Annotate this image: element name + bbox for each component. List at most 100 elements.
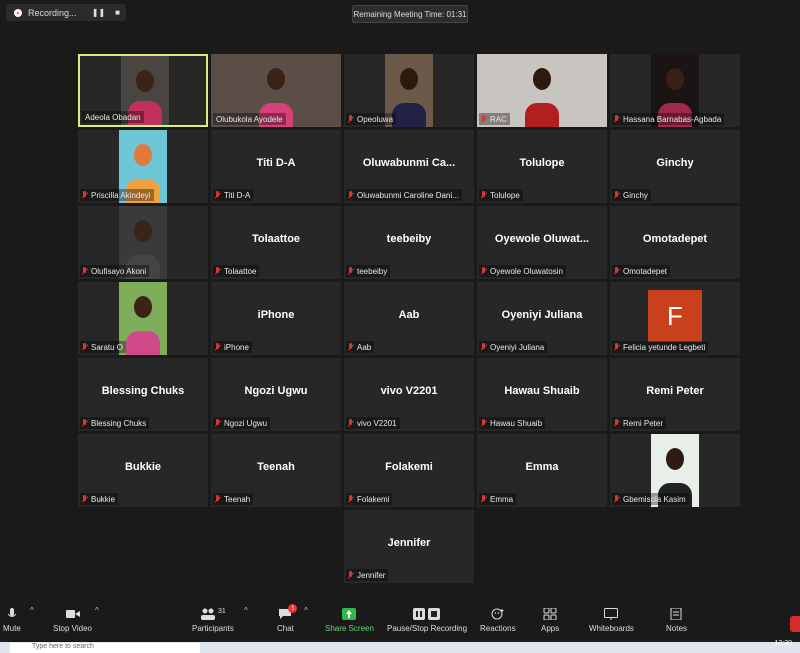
participant-tile[interactable]: Blessing Chuks Blessing Chuks bbox=[78, 358, 208, 431]
participant-name-label: Emma bbox=[479, 493, 517, 505]
avatar: F bbox=[648, 290, 702, 342]
participant-name-label: Oluwabunmi Caroline Dani... bbox=[346, 189, 462, 201]
apps-button[interactable]: Apps bbox=[541, 608, 559, 633]
muted-mic-icon bbox=[480, 418, 487, 428]
participant-tile[interactable]: Hassana Barnabas-Agbada bbox=[610, 54, 740, 127]
whiteboards-button[interactable]: Whiteboards bbox=[589, 608, 634, 633]
stop-recording-icon[interactable]: ■ bbox=[115, 8, 120, 17]
participant-display-name: Bukkie bbox=[124, 461, 162, 473]
participant-name-label: Priscilla Akindeyi bbox=[80, 189, 154, 201]
participants-caret-icon[interactable]: ^ bbox=[244, 606, 248, 615]
participant-display-name: Jennifer bbox=[387, 537, 431, 549]
muted-mic-icon bbox=[81, 342, 88, 352]
video-camera-icon bbox=[65, 610, 80, 618]
participant-name: Priscilla Akindeyi bbox=[91, 190, 151, 200]
participant-name-label: Teenah bbox=[213, 493, 254, 505]
muted-mic-icon bbox=[214, 266, 221, 276]
chat-button[interactable]: 1 Chat bbox=[277, 604, 298, 633]
participant-tile[interactable]: vivo V2201 vivo V2201 bbox=[344, 358, 474, 431]
muted-mic-icon bbox=[480, 114, 487, 124]
pause-recording-icon[interactable]: ❚❚ bbox=[92, 8, 105, 17]
participant-tile[interactable]: Tolulope Tolulope bbox=[477, 130, 607, 203]
participant-tile[interactable]: teebeiby teebeiby bbox=[344, 206, 474, 279]
participant-tile[interactable]: Jennifer Jennifer bbox=[344, 510, 474, 583]
mute-button[interactable]: Mute bbox=[3, 608, 21, 633]
participant-tile[interactable]: Aab Aab bbox=[344, 282, 474, 355]
participant-tile[interactable]: Olubukola Ayodele bbox=[211, 54, 341, 127]
participant-name: RAC bbox=[490, 114, 507, 124]
participant-display-name: Oluwabunmi Ca... bbox=[362, 157, 456, 169]
notes-button[interactable]: Notes bbox=[666, 608, 687, 633]
participant-display-name: Remi Peter bbox=[646, 385, 704, 397]
mute-label: Mute bbox=[3, 624, 21, 633]
participant-tile[interactable]: F Felicia yetunde Legbeti bbox=[610, 282, 740, 355]
participant-display-name: Ginchy bbox=[656, 157, 694, 169]
reactions-label: Reactions bbox=[480, 624, 516, 633]
participant-tile[interactable]: Opeoluwa bbox=[344, 54, 474, 127]
participant-tile[interactable]: Remi Peter Remi Peter bbox=[610, 358, 740, 431]
participant-display-name: Omotadepet bbox=[642, 233, 708, 245]
participant-tile[interactable]: Hawau Shuaib Hawau Shuaib bbox=[477, 358, 607, 431]
participant-tile[interactable]: Saratu O bbox=[78, 282, 208, 355]
muted-mic-icon bbox=[480, 190, 487, 200]
pause-recording-button[interactable]: Pause/Stop Recording bbox=[387, 608, 467, 633]
participant-name-label: Felicia yetunde Legbeti bbox=[612, 341, 709, 353]
muted-mic-icon bbox=[480, 342, 487, 352]
participant-tile[interactable]: iPhone iPhone bbox=[211, 282, 341, 355]
participant-name: Olubukola Ayodele bbox=[216, 114, 283, 124]
muted-mic-icon bbox=[480, 266, 487, 276]
smiley-plus-icon bbox=[491, 608, 504, 620]
whiteboards-label: Whiteboards bbox=[589, 624, 634, 633]
share-screen-button[interactable]: Share Screen bbox=[325, 608, 374, 633]
participant-tile[interactable]: Ngozi Ugwu Ngozi Ugwu bbox=[211, 358, 341, 431]
mute-caret-icon[interactable]: ^ bbox=[30, 606, 34, 615]
participant-tile[interactable]: RAC bbox=[477, 54, 607, 127]
participant-display-name: teebeiby bbox=[386, 233, 432, 245]
participant-tile[interactable]: Bukkie Bukkie bbox=[78, 434, 208, 507]
participant-display-name: Ngozi Ugwu bbox=[244, 385, 308, 397]
participant-tile[interactable]: Priscilla Akindeyi bbox=[78, 130, 208, 203]
video-caret-icon[interactable]: ^ bbox=[95, 606, 99, 615]
participant-tile[interactable]: Folakemi Folakemi bbox=[344, 434, 474, 507]
participant-name-label: Remi Peter bbox=[612, 417, 667, 429]
participant-tile[interactable]: Oluwabunmi Ca... Oluwabunmi Caroline Dani… bbox=[344, 130, 474, 203]
participant-display-name: Oyeniyi Juliana bbox=[501, 309, 583, 321]
stop-video-button[interactable]: Stop Video bbox=[53, 608, 92, 633]
participant-tile[interactable]: Omotadepet Omotadepet bbox=[610, 206, 740, 279]
muted-mic-icon bbox=[347, 190, 354, 200]
participant-display-name: vivo V2201 bbox=[380, 385, 438, 397]
record-icon bbox=[14, 8, 22, 17]
muted-mic-icon bbox=[81, 494, 88, 504]
participant-name: Gbemisola Kasim bbox=[623, 494, 686, 504]
participant-name-label: Folakemi bbox=[346, 493, 393, 505]
chat-caret-icon[interactable]: ^ bbox=[304, 606, 308, 615]
participant-tile[interactable]: Adeola Obadan bbox=[78, 54, 208, 127]
participant-display-name: Teenah bbox=[257, 461, 295, 473]
apps-label: Apps bbox=[541, 624, 560, 633]
participant-tile[interactable]: Ginchy Ginchy bbox=[610, 130, 740, 203]
participant-name: Folakemi bbox=[357, 494, 390, 504]
participant-tile[interactable]: Emma Emma bbox=[477, 434, 607, 507]
participant-tile[interactable]: Oyeniyi Juliana Oyeniyi Juliana bbox=[477, 282, 607, 355]
participant-name: Emma bbox=[490, 494, 514, 504]
taskbar-search-input[interactable]: Type here to search bbox=[10, 643, 200, 653]
reactions-button[interactable]: Reactions bbox=[480, 608, 516, 633]
participant-name-label: vivo V2201 bbox=[346, 417, 400, 429]
participant-tile[interactable]: Olufisayo Akoni bbox=[78, 206, 208, 279]
participant-display-name: Titi D-A bbox=[256, 157, 296, 169]
participant-name-label: Olufisayo Akoni bbox=[80, 265, 150, 277]
participant-name: Ginchy bbox=[623, 190, 648, 200]
participant-tile[interactable]: Titi D-A Titi D-A bbox=[211, 130, 341, 203]
participant-name: Oyewole Oluwatosin bbox=[490, 266, 563, 276]
participant-tile[interactable]: Oyewole Oluwat... Oyewole Oluwatosin bbox=[477, 206, 607, 279]
participant-tile[interactable]: Gbemisola Kasim bbox=[610, 434, 740, 507]
muted-mic-icon bbox=[347, 418, 354, 428]
end-meeting-tab[interactable] bbox=[790, 616, 800, 632]
participant-tile[interactable]: Teenah Teenah bbox=[211, 434, 341, 507]
notes-icon bbox=[670, 608, 682, 620]
taskbar-clock: 13:30 bbox=[774, 640, 792, 647]
participants-button[interactable]: 31 Participants bbox=[192, 608, 234, 633]
participant-tile[interactable]: Tolaattoe Tolaattoe bbox=[211, 206, 341, 279]
meeting-timer: Remaining Meeting Time: 01:31 bbox=[352, 5, 468, 23]
participant-name: teebeiby bbox=[357, 266, 388, 276]
